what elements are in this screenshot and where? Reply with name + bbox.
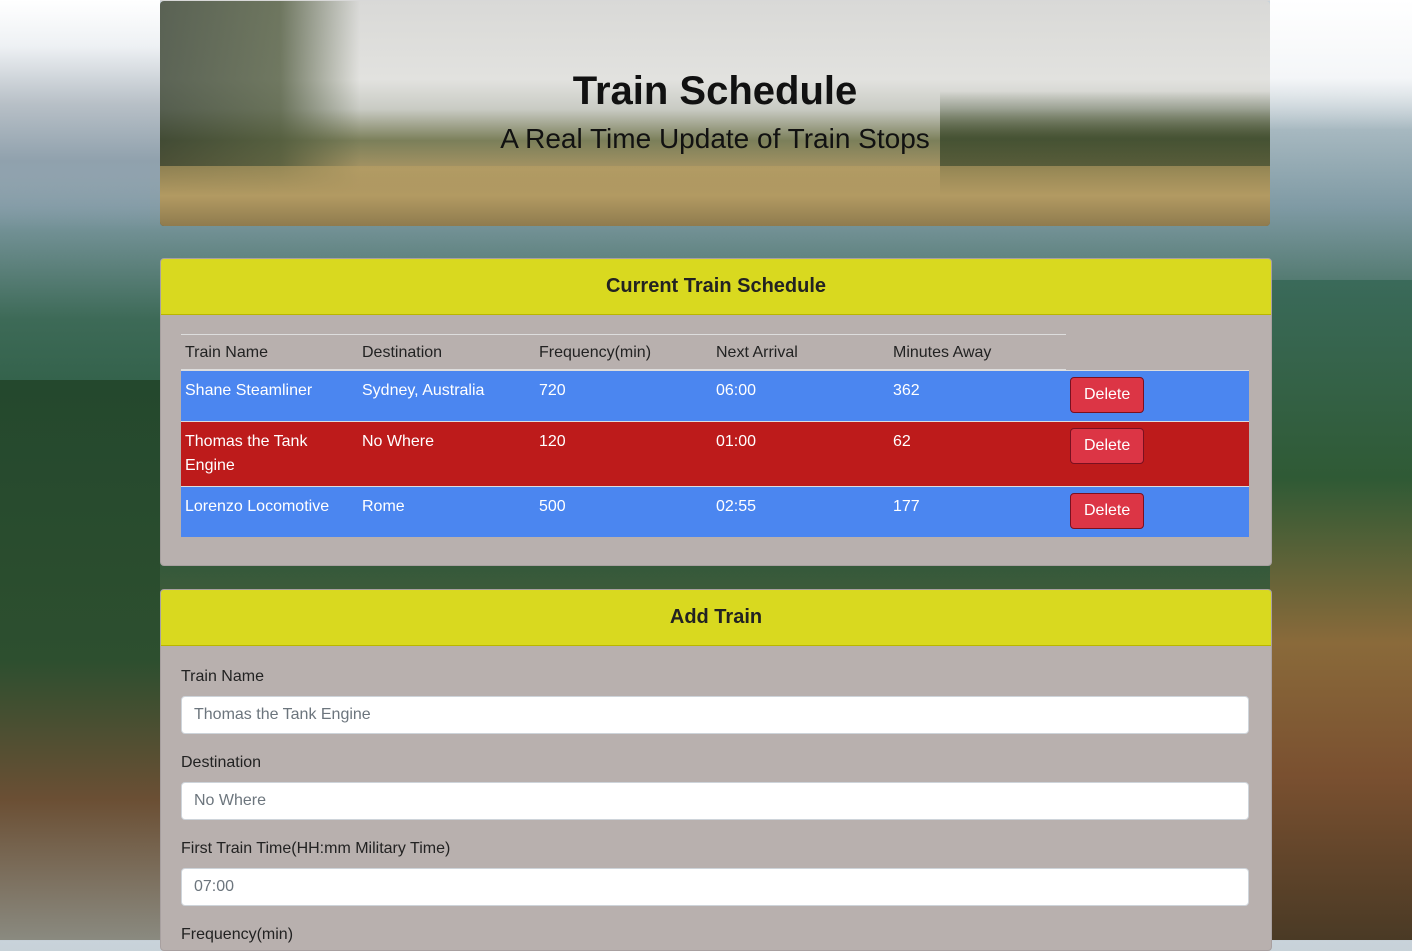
table-header-row: Train Name Destination Frequency(min) Ne… <box>181 334 1249 371</box>
train-name-group: Train Name <box>181 668 1249 734</box>
cell-train-name: Shane Steamliner <box>181 369 358 421</box>
background-mountain-right <box>1270 0 1412 130</box>
column-header-destination: Destination <box>358 334 535 371</box>
destination-label: Destination <box>181 754 262 771</box>
table-row: Lorenzo Locomotive Rome 500 02:55 177 De… <box>181 485 1249 537</box>
cell-minutes-away: 177 <box>889 485 1066 537</box>
cell-train-name: Lorenzo Locomotive <box>181 485 358 537</box>
train-name-label: Train Name <box>181 668 264 685</box>
cell-destination: Rome <box>358 485 535 537</box>
add-train-card: Add Train Train Name Destination First T… <box>160 589 1272 951</box>
banner-grass <box>160 166 1270 226</box>
cell-actions: Delete <box>1066 369 1249 421</box>
delete-button[interactable]: Delete <box>1070 376 1145 413</box>
background-forest-left <box>0 380 160 940</box>
cell-next-arrival: 01:00 <box>712 420 889 486</box>
schedule-table: Train Name Destination Frequency(min) Ne… <box>181 334 1249 537</box>
cell-destination: No Where <box>358 420 535 486</box>
destination-group: Destination <box>181 754 1249 820</box>
cell-actions: Delete <box>1066 485 1249 537</box>
cell-minutes-away: 362 <box>889 369 1066 421</box>
schedule-card-header: Current Train Schedule <box>161 259 1271 315</box>
column-header-frequency: Frequency(min) <box>535 334 712 371</box>
cell-minutes-away: 62 <box>889 420 1066 486</box>
delete-button[interactable]: Delete <box>1070 492 1145 529</box>
first-train-time-input[interactable] <box>181 868 1249 906</box>
delete-button[interactable]: Delete <box>1070 427 1145 464</box>
cell-destination: Sydney, Australia <box>358 369 535 421</box>
frequency-group: Frequency(min) <box>181 926 1249 950</box>
column-header-minutes-away: Minutes Away <box>889 334 1066 371</box>
cell-frequency: 500 <box>535 485 712 537</box>
table-row: Thomas the Tank Engine No Where 120 01:0… <box>181 420 1249 486</box>
first-train-time-group: First Train Time(HH:mm Military Time) <box>181 840 1249 906</box>
background-mountain-left <box>0 0 160 230</box>
add-train-card-header: Add Train <box>161 590 1271 646</box>
cell-frequency: 720 <box>535 369 712 421</box>
cell-train-name: Thomas the Tank Engine <box>181 420 358 486</box>
column-header-actions <box>1066 335 1249 371</box>
column-header-train-name: Train Name <box>181 334 358 371</box>
page-subtitle: A Real Time Update of Train Stops <box>500 123 930 154</box>
background-forest-right <box>1270 280 1412 940</box>
cell-frequency: 120 <box>535 420 712 486</box>
page-title: Train Schedule <box>572 69 858 113</box>
table-row: Shane Steamliner Sydney, Australia 720 0… <box>181 369 1249 421</box>
destination-input[interactable] <box>181 782 1249 820</box>
cell-next-arrival: 02:55 <box>712 485 889 537</box>
first-train-time-label: First Train Time(HH:mm Military Time) <box>181 840 451 857</box>
frequency-label: Frequency(min) <box>181 926 294 943</box>
train-name-input[interactable] <box>181 696 1249 734</box>
cell-actions: Delete <box>1066 420 1249 486</box>
cell-next-arrival: 06:00 <box>712 369 889 421</box>
schedule-card: Current Train Schedule Train Name Destin… <box>160 258 1272 566</box>
header-banner: Train Schedule A Real Time Update of Tra… <box>160 1 1270 226</box>
column-header-next-arrival: Next Arrival <box>712 334 889 371</box>
